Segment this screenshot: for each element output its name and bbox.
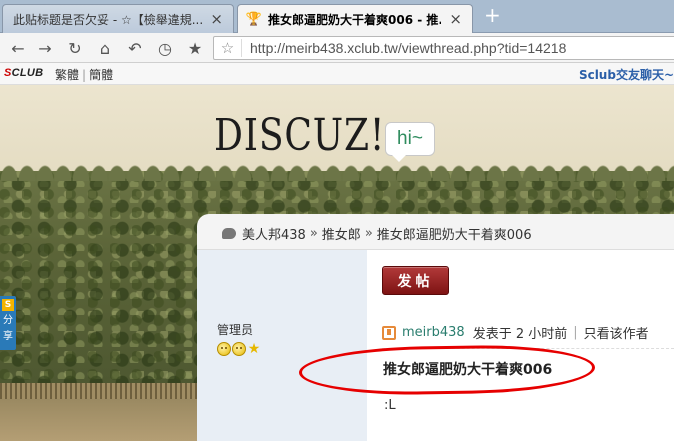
author-role: 管理员 [217, 323, 254, 337]
close-icon[interactable]: × [449, 10, 462, 28]
browser-tab-strip: 此贴标题是否欠妥 - ☆【檢舉違規... × 🏆 推女郎逼肥奶大干着爽006 -… [0, 0, 674, 33]
new-post-button[interactable]: 发帖 [382, 266, 449, 295]
close-icon[interactable]: × [210, 10, 223, 28]
post-meta: meirb438 发表于 2 小时前 | 只看该作者 [382, 323, 649, 342]
trophy-favicon-icon: 🏆 [245, 11, 263, 27]
tab-title: 此贴标题是否欠妥 - ☆【檢舉違規... [13, 12, 203, 27]
lang-traditional[interactable]: 繁體 [55, 68, 79, 82]
chat-link[interactable]: Sclub交友聊天~ [579, 66, 674, 83]
new-tab-button[interactable]: + [484, 4, 501, 26]
breadcrumb-item[interactable]: 推女郎逼肥奶大干着爽006 [377, 224, 532, 243]
rank-icons: ★ [217, 342, 261, 356]
history-icon[interactable]: ◷ [155, 38, 175, 58]
language-switch: 繁體 | 簡體 [55, 68, 114, 82]
smiley-icon [217, 342, 231, 356]
tab-title: 推女郎逼肥奶大干着爽006 - 推... [268, 12, 442, 27]
home-icon[interactable]: ⌂ [95, 38, 115, 58]
online-status-icon [382, 325, 396, 340]
author-link[interactable]: meirb438 [402, 325, 465, 340]
smiley-icon [232, 342, 246, 356]
sclub-logo[interactable]: SCLUB [4, 67, 43, 79]
discuz-logo[interactable]: DISCUZ! [214, 110, 385, 161]
post-body: :L [384, 398, 396, 413]
hi-bubble: hi~ [385, 122, 435, 162]
url-text[interactable]: http://meirb438.xclub.tw/viewthread.php?… [242, 40, 566, 56]
meta-separator: | [573, 325, 578, 340]
navigation-bar: ← → ↻ ⌂ ↶ ◷ ★ ☆ http://meirb438.xclub.tw… [0, 33, 674, 63]
share-badge-icon: S [2, 299, 14, 311]
reload-icon[interactable]: ↻ [65, 38, 85, 58]
post-time: 发表于 2 小时前 [472, 327, 568, 342]
undo-icon[interactable]: ↶ [125, 38, 145, 58]
share-label: 分 [3, 315, 13, 326]
tab-active[interactable]: 🏆 推女郎逼肥奶大干着爽006 - 推... × [237, 4, 473, 33]
forward-icon[interactable]: → [35, 38, 55, 58]
breadcrumb: 美人邦438 » 推女郎 » 推女郎逼肥奶大干着爽006 [222, 224, 532, 243]
speech-bubble-icon [222, 228, 236, 239]
share-label: 享 [3, 331, 13, 342]
tab-inactive[interactable]: 此贴标题是否欠妥 - ☆【檢舉違規... × [2, 4, 234, 33]
breadcrumb-item[interactable]: 推女郎 [322, 224, 361, 243]
bookmark-star-icon[interactable]: ★ [185, 38, 205, 58]
star-icon[interactable]: ☆ [214, 39, 242, 57]
only-author-link[interactable]: 只看该作者 [584, 323, 649, 342]
star-icon: ★ [247, 341, 261, 357]
lang-simplified[interactable]: 簡體 [89, 68, 113, 82]
share-widget[interactable]: S 分 享 [0, 296, 16, 350]
site-topbar: SCLUB 繁體 | 簡體 Sclub交友聊天~ [0, 63, 674, 85]
breadcrumb-item[interactable]: 美人邦438 [242, 224, 306, 243]
breadcrumb-separator: » [364, 226, 373, 241]
hedge-top-edge [0, 165, 674, 181]
breadcrumb-separator: » [309, 226, 318, 241]
back-icon[interactable]: ← [8, 38, 28, 58]
address-bar[interactable]: ☆ http://meirb438.xclub.tw/viewthread.ph… [213, 36, 674, 60]
